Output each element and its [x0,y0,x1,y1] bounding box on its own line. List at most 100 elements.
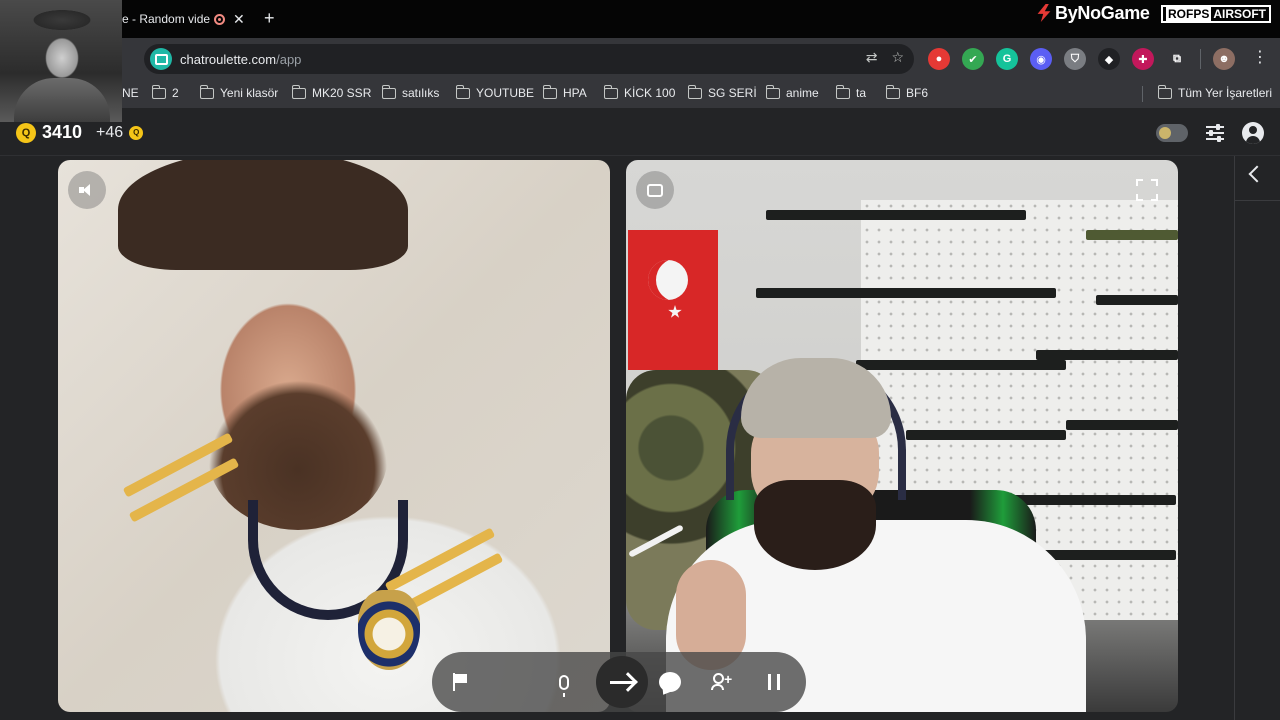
chat-button[interactable] [650,662,690,702]
folder-icon [835,84,850,99]
side-panel-divider [1235,200,1280,201]
switch-camera-button[interactable] [636,171,674,209]
video-rifle [1036,350,1178,360]
bookmark-label: 2 [172,86,179,100]
portrait-coat [14,78,110,122]
video-crest [358,590,420,670]
mode-toggle[interactable] [1156,124,1188,142]
url-text[interactable]: chatroulette.com/app [180,52,301,67]
bookmark-item[interactable]: SG SERİ [687,84,757,100]
browser-menu-icon[interactable]: ⋮ [1252,48,1268,68]
bookmark-label: anime [786,86,819,100]
fullscreen-icon[interactable] [1136,179,1158,201]
coin-count: 3410 [42,122,83,142]
add-friend-button[interactable] [702,662,742,702]
mic-button[interactable] [544,662,584,702]
folder-icon [151,84,166,99]
red-extension-icon[interactable]: ● [928,48,950,70]
bookmark-item[interactable]: BF6 [885,84,928,100]
bookmark-label: NE [122,86,139,100]
bynogame-logo: ByNoGame [1036,2,1150,24]
flag-star [668,305,682,318]
diamond-extension-icon[interactable]: ◆ [1098,48,1120,70]
all-bookmarks-label: Tüm Yer İşaretleri [1178,86,1273,100]
bookmark-star-icon[interactable]: ☆ [891,49,904,66]
all-bookmarks-item[interactable]: Tüm Yer İşaretleri [1157,84,1273,100]
bookmark-label: Yeni klasör [220,86,279,100]
folder-icon [885,84,900,99]
portrait-photo-overlay [0,0,122,122]
video-rifle [1086,230,1178,240]
rofps-label: ROFPS [1166,7,1212,21]
site-info-icon[interactable] [150,48,172,70]
chevron-left-icon[interactable] [1248,165,1266,183]
puzzle-icon[interactable]: ⧉ [1166,48,1188,70]
bookmark-item[interactable]: satılıks [381,84,440,100]
video-hair [118,160,408,270]
call-controls [432,652,806,712]
bookmark-item[interactable]: 2 [151,84,179,100]
next-button[interactable] [596,656,648,708]
volume-button[interactable] [68,171,106,209]
video-rifle [856,360,1066,370]
folder-icon [199,84,214,99]
bookmark-item[interactable]: anime [765,84,819,100]
bookmark-label: YOUTUBE [476,86,535,100]
speaker-icon [79,183,95,197]
chat-bubble-icon [659,672,681,692]
bookmark-item[interactable]: HPA [542,84,587,100]
bookmark-label: KİCK 100 [624,86,676,100]
bookmark-label: satılıks [402,86,440,100]
bookmark-label: MK20 SSR [312,86,372,100]
bookmark-label: HPA [563,86,587,100]
folder-icon [603,84,618,99]
profile-avatar-icon[interactable]: ☻ [1213,48,1235,70]
coin-bonus: +46 [96,123,124,141]
recording-indicator-icon [214,13,226,25]
video-rifle [756,288,1056,298]
grammarly-icon[interactable]: G [996,48,1018,70]
folder-icon [765,84,780,99]
toolbar-separator [1200,49,1201,69]
video-rifle [1096,295,1178,305]
coin-balance[interactable]: Q 3410 +46 Q [16,122,144,143]
bookmark-item[interactable]: NE [122,86,139,100]
new-tab-button[interactable]: + [264,8,275,28]
folder-icon [1157,84,1172,99]
folder-icon [291,84,306,99]
close-tab-icon[interactable]: ✕ [233,9,245,29]
pause-icon [768,674,780,690]
url-path: /app [276,51,302,67]
bookmark-item[interactable]: MK20 SSR [291,84,372,100]
ghost-extension-icon[interactable]: ◉ [1030,48,1052,70]
filters-settings-icon[interactable] [1204,122,1226,144]
camera-flip-icon [647,183,663,197]
turkish-flag [628,230,718,370]
extensions-row: ● ✔ G ◉ ⛉ ◆ ✚ ⧉ ☻ [928,48,1235,70]
bookmarks-separator [1142,86,1143,102]
coin-icon: Q [16,122,36,143]
rofps-airsoft-logo: ROFPS AIRSOFT [1161,5,1272,23]
airsoft-label: AIRSOFT [1213,7,1267,21]
bookmark-label: ta [856,86,867,100]
bookmarks-bar: Tüm Yer İşaretleri NE 2 Yeni klasör MK20 SS… [0,80,1280,108]
bolt-icon [1037,4,1051,22]
microphone-icon [559,674,569,697]
privacy-extension-icon[interactable]: ⛉ [1064,48,1086,70]
report-button[interactable] [440,662,480,702]
folder-icon [687,84,702,99]
bookmark-item[interactable]: ta [835,84,867,100]
bookmark-item[interactable]: Yeni klasör [199,84,279,100]
folder-icon [455,84,470,99]
address-bar[interactable]: chatroulette.com/app ⇄ ☆ [144,44,914,74]
pink-extension-icon[interactable]: ✚ [1132,48,1154,70]
tab-title: e - Random vide [122,12,211,26]
pause-button[interactable] [754,662,794,702]
video-rifle [766,210,1026,220]
browser-tabstrip: e - Random vide ✕ + ByNoGame ROFPS AIRSO… [0,0,1280,38]
translate-icon[interactable]: ⇄ [866,49,878,66]
account-icon[interactable] [1242,122,1264,144]
shield-extension-icon[interactable]: ✔ [962,48,984,70]
bookmark-item[interactable]: KİCK 100 [603,84,676,100]
bookmark-item[interactable]: YOUTUBE [455,84,535,100]
